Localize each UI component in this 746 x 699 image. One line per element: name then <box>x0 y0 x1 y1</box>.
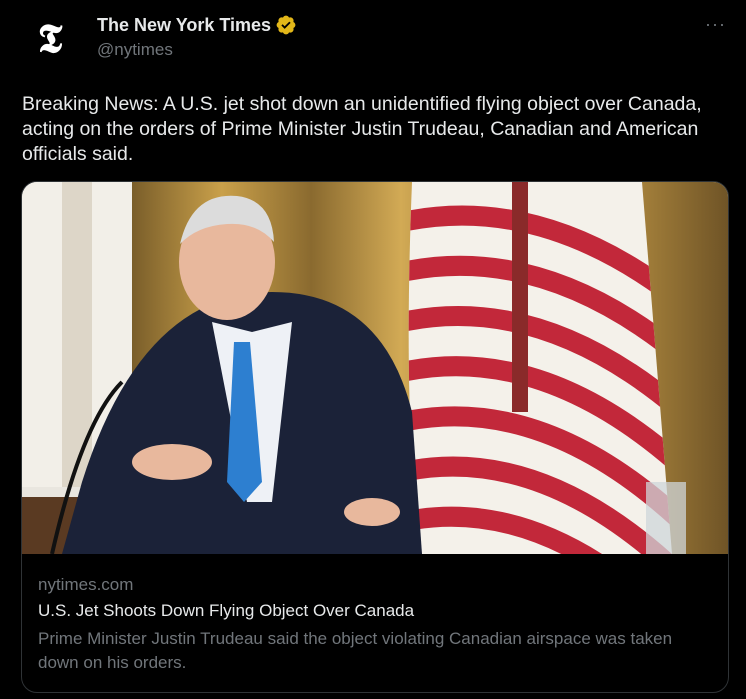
card-description[interactable]: Prime Minister Justin Trudeau said the o… <box>38 627 712 675</box>
article-photo[interactable] <box>22 182 729 554</box>
card-title[interactable]: U.S. Jet Shoots Down Flying Object Over … <box>38 601 712 621</box>
tweet[interactable]: 𝕿 The New York Times @nytimes ··· Breaki… <box>0 0 746 699</box>
card-domain[interactable]: nytimes.com <box>38 575 712 595</box>
nyt-logo-icon: 𝕿 <box>37 14 63 62</box>
name-row: The New York Times <box>97 14 297 36</box>
tweet-header: The New York Times @nytimes <box>97 14 297 60</box>
verified-badge-icon[interactable] <box>275 14 297 36</box>
tweet-text: Breaking News: A U.S. jet shot down an u… <box>22 93 702 165</box>
author-handle[interactable]: @nytimes <box>97 40 297 60</box>
card-meta: nytimes.com U.S. Jet Shoots Down Flying … <box>38 575 712 675</box>
author-name[interactable]: The New York Times <box>97 15 271 36</box>
link-card[interactable]: nytimes.com U.S. Jet Shoots Down Flying … <box>21 181 729 693</box>
avatar[interactable]: 𝕿 <box>24 12 76 64</box>
more-options-icon[interactable]: ··· <box>705 14 726 35</box>
